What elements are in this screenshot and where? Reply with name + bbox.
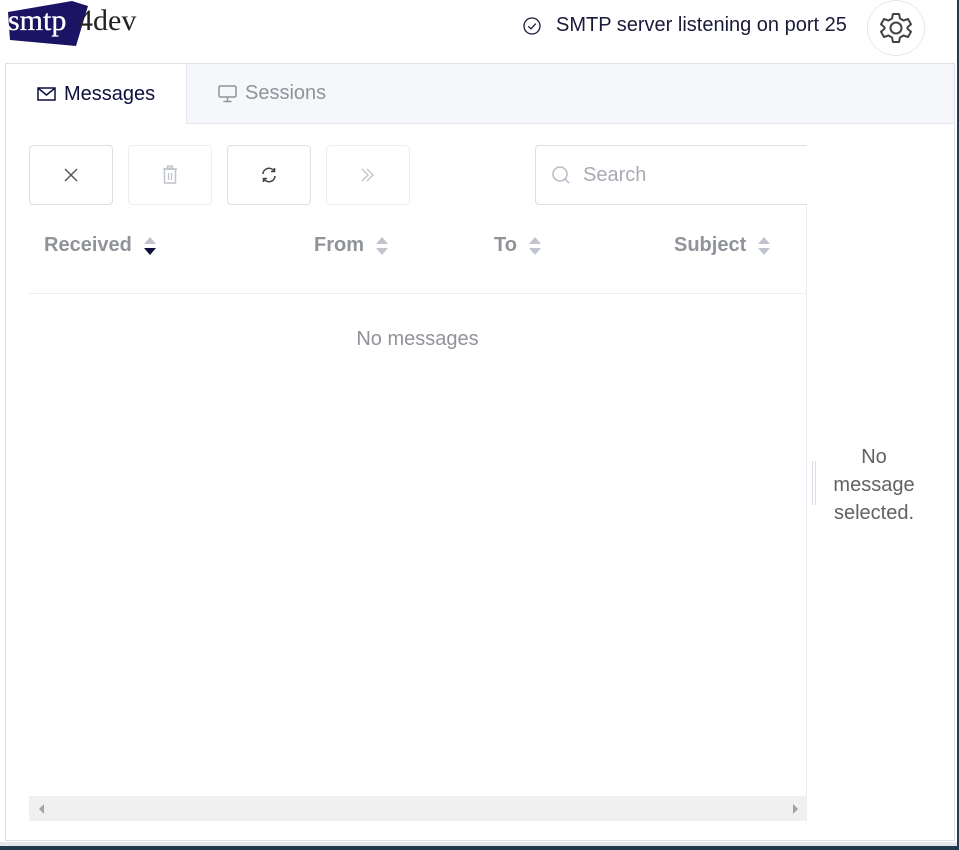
settings-button[interactable] [867, 0, 925, 56]
column-header-received[interactable]: Received [44, 234, 157, 257]
gear-icon [880, 13, 912, 43]
main-panel: Messages Sessions Search Received From T… [5, 63, 955, 841]
scroll-left-arrow-icon[interactable] [39, 804, 44, 814]
delete-button[interactable] [128, 145, 212, 205]
check-circle-icon [523, 16, 541, 35]
sort-icon[interactable] [375, 236, 389, 256]
sort-descending-icon[interactable] [143, 236, 157, 256]
column-label-subject: Subject [674, 234, 747, 256]
column-header-from[interactable]: From [314, 234, 389, 257]
search-input[interactable] [581, 162, 785, 188]
trash-icon [163, 165, 177, 184]
scroll-right-arrow-icon[interactable] [793, 804, 798, 814]
relay-button[interactable] [326, 145, 410, 205]
close-icon [64, 168, 78, 182]
no-message-selected-text: No message selected. [833, 446, 915, 524]
monitor-icon [218, 84, 237, 102]
column-label-to: To [494, 234, 517, 256]
refresh-icon [262, 167, 276, 183]
window-bottom-border [0, 846, 959, 850]
smtp4dev-logo[interactable]: smtp 4dev [6, 0, 156, 52]
tab-sessions[interactable]: Sessions [187, 64, 326, 123]
logo-text-smtp: smtp [8, 4, 66, 37]
logo-text-4dev: 4dev [78, 4, 136, 37]
server-status-text: SMTP server listening on port 25 [556, 14, 847, 36]
column-label-from: From [314, 234, 364, 256]
tab-messages[interactable]: Messages [6, 64, 187, 124]
column-header-to[interactable]: To [494, 234, 542, 257]
refresh-button[interactable] [227, 145, 311, 205]
tab-bar: Messages Sessions [6, 64, 954, 124]
search-icon [552, 166, 570, 184]
column-header-subject[interactable]: Subject [674, 234, 771, 257]
pane-resize-handle[interactable] [812, 461, 816, 505]
double-chevron-right-icon [361, 168, 374, 182]
horizontal-scrollbar[interactable] [29, 796, 806, 821]
tab-messages-label: Messages [64, 82, 156, 105]
search-field[interactable] [535, 145, 807, 205]
sort-icon[interactable] [528, 236, 542, 256]
sort-icon[interactable] [757, 236, 771, 256]
envelope-icon [37, 87, 56, 101]
clear-button[interactable] [29, 145, 113, 205]
table-header-divider [29, 293, 806, 294]
empty-messages-text: No messages [356, 328, 479, 350]
column-label-received: Received [44, 234, 132, 256]
list-detail-divider [806, 205, 807, 821]
server-status: SMTP server listening on port 25 [522, 14, 847, 37]
tab-sessions-label: Sessions [245, 82, 327, 104]
